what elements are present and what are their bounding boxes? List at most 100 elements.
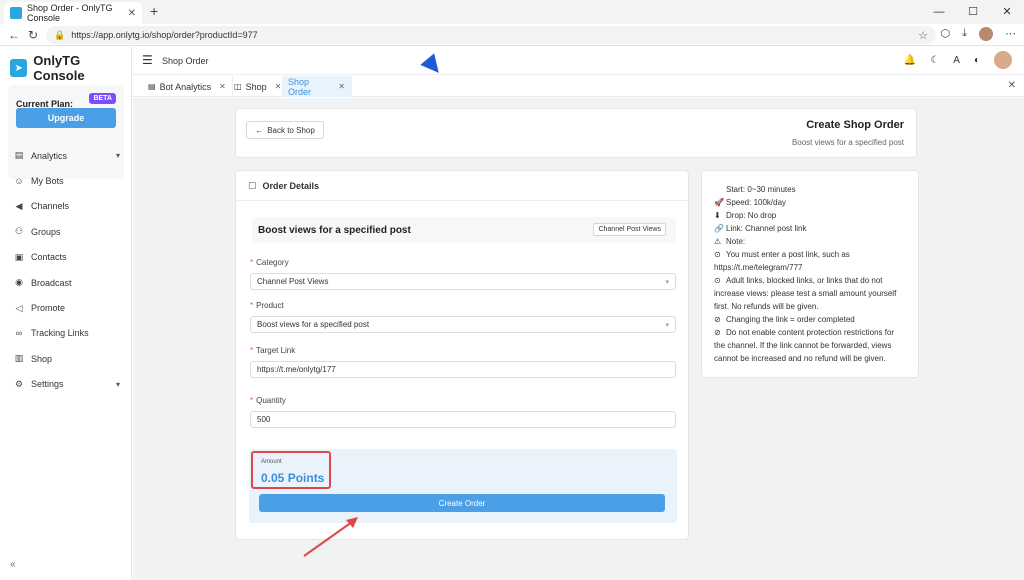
sidebar-item-label: Broadcast [31, 277, 72, 288]
brand[interactable]: ➤ OnlyTG Console [10, 53, 131, 83]
category-select[interactable]: Channel Post Views ▾ [250, 273, 676, 290]
info-line: ⊙ Adult links, blocked links, or links th… [714, 276, 897, 311]
shop-icon: ▥ [14, 353, 24, 364]
sidebar-item-label: Channels [31, 201, 70, 212]
upgrade-button[interactable]: Upgrade [16, 108, 116, 128]
info-line: ⚠ Note: [714, 237, 746, 246]
more-icon[interactable]: ⋯ [1005, 27, 1016, 41]
quantity-label: * Quantity [250, 396, 286, 405]
create-order-button[interactable]: Create Order [259, 494, 665, 512]
page-title: Shop Order [162, 56, 209, 66]
rocket-icon: 🚀 [714, 198, 724, 207]
arrow-left-icon: ← [255, 125, 264, 135]
sidebar-item-groups[interactable]: ⚇ Groups [0, 219, 132, 244]
amount-panel: Amount 0.05 Points Create Order [249, 449, 677, 523]
close-window-icon[interactable]: ✕ [990, 0, 1024, 24]
topbar-tools: 🔔 ☾ A ◐ [904, 51, 1012, 69]
brand-name: OnlyTG Console [33, 53, 85, 83]
down-arrow-icon: ⬇ [714, 211, 721, 220]
chart-icon: ▤ [148, 82, 156, 91]
tab-label: Shop Order [288, 76, 312, 97]
sidebar-item-label: Contacts [31, 252, 67, 263]
sidebar-item-label: Settings [31, 379, 64, 390]
tab-label: Bot Analytics [159, 81, 212, 92]
chevron-down-icon: ▾ [665, 278, 669, 286]
close-icon[interactable]: ✕ [338, 82, 345, 91]
star-icon[interactable]: ☆ [918, 29, 928, 42]
chevron-down-icon: ▾ [115, 379, 120, 389]
close-tab-icon[interactable]: ✕ [128, 8, 136, 19]
annotation-arrow-icon [303, 517, 358, 557]
sidebar-item-broadcast[interactable]: ◉ Broadcast [0, 270, 132, 295]
sidebar-item-analytics[interactable]: ▤ Analytics ▾ [0, 143, 132, 168]
warning-icon: ⚠ [714, 237, 722, 246]
hamburger-menu-icon[interactable]: ☰ [142, 53, 153, 67]
window-controls: — ☐ ✕ [922, 0, 1024, 24]
product-tag: Channel Post Views [593, 223, 666, 236]
sidebar-item-settings[interactable]: ⚙ Settings ▾ [0, 372, 132, 397]
collapse-sidebar-icon[interactable]: « [10, 559, 16, 570]
product-info-card: Start: 0~30 minutes 🚀 Speed: 100k/day ⬇ Dr… [701, 170, 919, 378]
sidebar: ➤ OnlyTG Console Current Plan: BETA Upgr… [0, 47, 132, 580]
target-link-input[interactable]: https://t.me/onlytg/177 [250, 361, 676, 378]
address-bar-row: ← ↻ 🔒 https://app.onlytg.io/shop/order?p… [0, 24, 1024, 46]
maximize-icon[interactable]: ☐ [956, 0, 990, 24]
app-tabs: ▤ Bot Analytics ✕ ◫ Shop ✕ Shop Order ✕ … [132, 76, 1024, 97]
sidebar-item-label: Tracking Links [31, 328, 89, 339]
sidebar-item-label: Groups [31, 226, 61, 237]
download-icon[interactable]: ⤓ [962, 27, 967, 41]
bell-icon[interactable]: 🔔 [904, 55, 916, 66]
tab-label: Shop [245, 81, 267, 92]
sidebar-item-label: Analytics [31, 150, 68, 161]
moon-icon[interactable]: ☾ [930, 55, 939, 66]
info-line: 🔗 Link: Channel post link [714, 224, 807, 233]
topbar: ☰ Shop Order 🔔 ☾ A ◐ [132, 47, 1024, 75]
gear-icon: ⚙ [14, 378, 24, 389]
sidebar-item-my-bots[interactable]: ☺ My Bots [0, 168, 132, 193]
amount-highlight: Amount 0.05 Points [251, 451, 331, 489]
tab-shop-order[interactable]: Shop Order ✕ [282, 76, 352, 97]
chart-icon: ▤ [14, 150, 24, 161]
back-label: Back to Shop [267, 125, 315, 135]
profile-avatar[interactable] [979, 27, 993, 41]
product-select[interactable]: Boost views for a specified post ▾ [250, 316, 676, 333]
new-tab-icon[interactable]: + [150, 3, 158, 19]
reload-icon[interactable]: ↻ [28, 28, 38, 42]
sidebar-item-promote[interactable]: ◁ Promote [0, 295, 132, 320]
url-text: https://app.onlytg.io/shop/order?product… [71, 30, 258, 40]
back-arrow-icon[interactable]: ← [8, 28, 20, 42]
user-avatar[interactable] [994, 51, 1012, 69]
translate-icon[interactable]: A [953, 55, 960, 66]
users-icon: ⚇ [14, 226, 24, 237]
receipt-icon: ▢ [248, 180, 257, 190]
sidebar-item-tracking-links[interactable]: ∞ Tracking Links [0, 321, 132, 346]
theme-icon[interactable]: ◐ [974, 55, 980, 66]
sidebar-item-shop[interactable]: ▥ Shop [0, 346, 132, 371]
product-title: Boost views for a specified post [258, 225, 411, 236]
tab-bot-analytics[interactable]: ▤ Bot Analytics ✕ [142, 76, 233, 97]
bag-icon: ◫ [234, 82, 242, 91]
extensions-icon[interactable]: ⬡ [941, 27, 951, 41]
quantity-input[interactable]: 500 [250, 411, 676, 428]
close-icon[interactable]: ✕ [275, 82, 282, 91]
target-link-value: https://t.me/onlytg/177 [257, 365, 336, 374]
contacts-icon: ▣ [14, 251, 24, 262]
chevron-down-icon: ▾ [665, 321, 669, 329]
info-line: ⊘ Do not enable content protection restri… [714, 328, 895, 363]
url-field[interactable]: 🔒 https://app.onlytg.io/shop/order?produ… [46, 26, 936, 44]
link-icon: ∞ [15, 328, 23, 339]
back-to-shop-button[interactable]: ← Back to Shop [246, 121, 324, 139]
close-icon[interactable]: ✕ [219, 82, 226, 91]
sidebar-item-channels[interactable]: ◀ Channels [0, 194, 132, 219]
minimize-icon[interactable]: — [922, 0, 956, 24]
info-line: ⊙ You must enter a post link, such as htt… [714, 250, 850, 272]
category-value: Channel Post Views [257, 277, 329, 286]
browser-tab[interactable]: Shop Order - OnlyTG Console ✕ [4, 2, 142, 24]
telegram-logo-icon: ➤ [10, 59, 28, 77]
tab-shop[interactable]: ◫ Shop ✕ [228, 76, 289, 97]
sidebar-item-contacts[interactable]: ▣ Contacts [0, 245, 132, 270]
product-summary: Boost views for a specified post Channel… [252, 217, 676, 243]
close-all-tabs-icon[interactable]: ✕ [1008, 80, 1016, 91]
product-label: * Product [250, 301, 284, 310]
category-label: * Category [250, 258, 289, 267]
